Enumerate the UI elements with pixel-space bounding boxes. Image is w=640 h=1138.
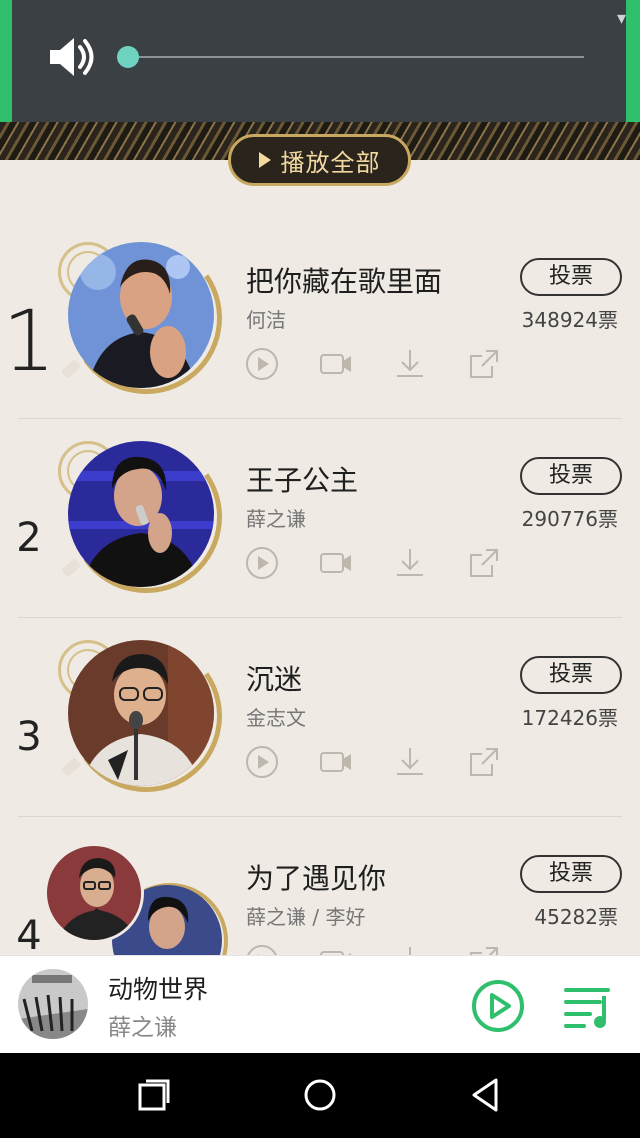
now-playing-title: 动物世界: [108, 975, 209, 1004]
list-item[interactable]: 3 沉迷 金志文 投票 172426票: [0, 618, 640, 817]
rank-number: 4: [16, 913, 42, 955]
play-circle-icon[interactable]: [244, 346, 280, 382]
video-icon[interactable]: [318, 744, 354, 780]
play-circle-icon[interactable]: [244, 943, 280, 955]
action-row: [244, 346, 504, 382]
vote-count: 45282票: [534, 905, 618, 929]
artist-photo[interactable]: [68, 441, 214, 587]
home-icon[interactable]: [300, 1075, 340, 1115]
play-all-label: 播放全部: [280, 148, 381, 177]
song-artist[interactable]: 薛之谦: [246, 503, 306, 532]
play-circle-icon[interactable]: [244, 545, 280, 581]
artist-photo[interactable]: [68, 640, 214, 786]
mini-player[interactable]: 动物世界 薛之谦: [0, 955, 640, 1053]
video-icon[interactable]: [318, 943, 354, 955]
album-disc: [57, 229, 235, 407]
now-playing-cover[interactable]: [18, 969, 88, 1039]
volume-slider-thumb[interactable]: [117, 46, 139, 68]
song-artist[interactable]: 何洁: [246, 304, 286, 333]
play-icon: [258, 152, 271, 168]
play-circle-icon[interactable]: [244, 744, 280, 780]
artist-photo[interactable]: [44, 843, 144, 943]
rank-number: 2: [16, 515, 42, 561]
vote-count: 348924票: [521, 308, 618, 332]
list-item[interactable]: 4 为了遇见你 薛之谦 / 李好 投票 45282票: [0, 817, 640, 955]
play-button-icon[interactable]: [470, 978, 526, 1034]
system-nav-bar: [0, 1053, 640, 1138]
download-icon[interactable]: [392, 346, 428, 382]
song-artist[interactable]: 金志文: [246, 702, 306, 731]
volume-icon[interactable]: [48, 35, 96, 79]
app-edge-right: [626, 0, 640, 122]
song-artist[interactable]: 薛之谦 / 李好: [246, 901, 365, 930]
list-item[interactable]: 1 把你藏在歌里面 何洁 投票 348924票: [0, 220, 640, 419]
download-icon[interactable]: [392, 943, 428, 955]
vote-count: 172426票: [521, 706, 618, 730]
video-icon[interactable]: [318, 545, 354, 581]
share-icon[interactable]: [466, 943, 502, 955]
action-row: [244, 545, 504, 581]
song-title[interactable]: 为了遇见你: [246, 857, 386, 897]
song-title[interactable]: 王子公主: [246, 459, 358, 499]
vote-button[interactable]: 投票: [520, 258, 622, 296]
share-icon[interactable]: [466, 744, 502, 780]
album-disc: [57, 627, 235, 805]
share-icon[interactable]: [466, 346, 502, 382]
song-list: 1 把你藏在歌里面 何洁 投票 348924票 2 王子公主 薛之谦 投票 29…: [0, 220, 640, 955]
rank-number: 3: [16, 714, 42, 760]
song-title[interactable]: 把你藏在歌里面: [246, 260, 442, 300]
artist-photo[interactable]: [68, 242, 214, 388]
action-row: [244, 943, 504, 955]
chevron-down-icon[interactable]: ▾: [617, 8, 626, 29]
playlist-icon[interactable]: [560, 982, 614, 1032]
vote-button[interactable]: 投票: [520, 457, 622, 495]
vote-button[interactable]: 投票: [520, 656, 622, 694]
rank-number: 1: [2, 292, 56, 390]
play-all-button[interactable]: 播放全部: [228, 134, 411, 186]
back-icon[interactable]: [466, 1075, 506, 1115]
list-item[interactable]: 2 王子公主 薛之谦 投票 290776票: [0, 419, 640, 618]
download-icon[interactable]: [392, 545, 428, 581]
recent-apps-icon[interactable]: [134, 1075, 174, 1115]
action-row: [244, 744, 504, 780]
share-icon[interactable]: [466, 545, 502, 581]
volume-slider-track[interactable]: [128, 56, 584, 58]
song-title[interactable]: 沉迷: [246, 658, 302, 698]
volume-panel: ▾: [0, 0, 640, 122]
vote-button[interactable]: 投票: [520, 855, 622, 893]
download-icon[interactable]: [392, 744, 428, 780]
now-playing-artist: 薛之谦: [108, 1015, 177, 1041]
album-disc: [57, 428, 235, 606]
video-icon[interactable]: [318, 346, 354, 382]
vote-count: 290776票: [521, 507, 618, 531]
app-edge-left: [0, 0, 12, 122]
